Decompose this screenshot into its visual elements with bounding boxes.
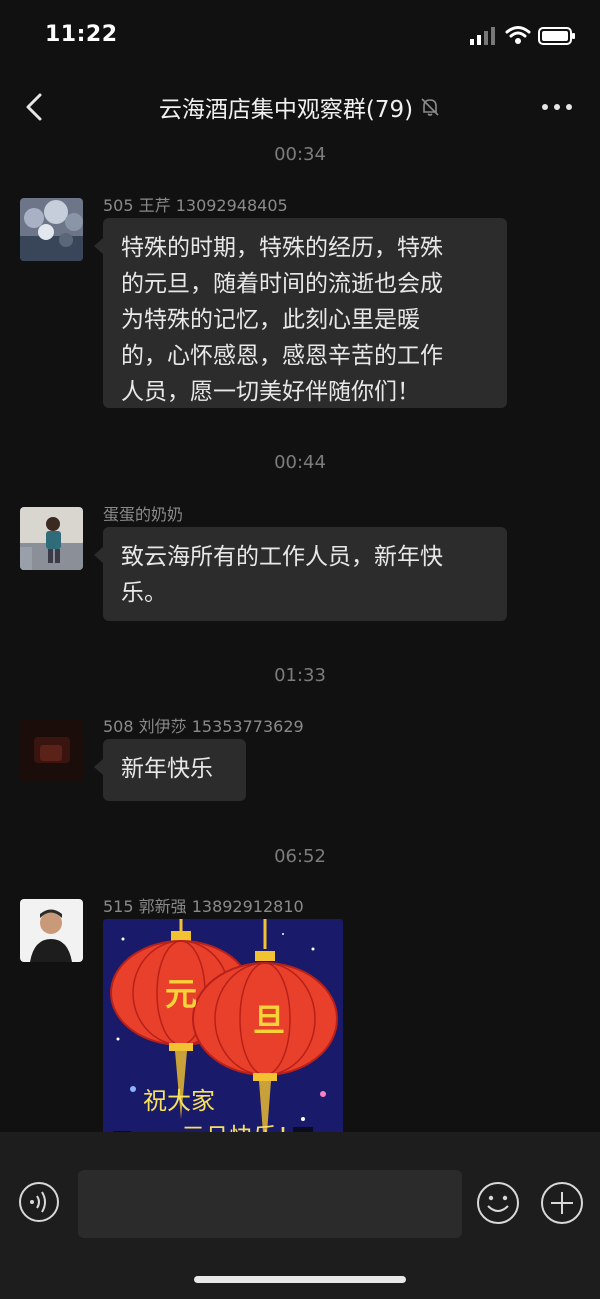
message-bubble[interactable]: 新年快乐 [94,739,246,801]
avatar[interactable] [20,899,83,962]
wifi-icon [505,26,531,44]
timestamp: 00:34 [274,144,326,165]
add-icon[interactable] [540,1181,584,1225]
timestamp: 00:44 [274,452,326,473]
voice-icon[interactable] [18,1181,60,1223]
status-bar: 11:22 [0,0,600,72]
message-line: 特殊的时期，特殊的经历，特殊 [121,235,443,261]
more-icon[interactable] [540,102,574,112]
greeting-line-1: 祝大家 [143,1087,215,1115]
message-line: 为特殊的记忆，此刻心里是暖 [121,307,420,333]
message-bubble[interactable]: 特殊的时期，特殊的经历，特殊 的元旦，随着时间的流逝也会成 为特殊的记忆，此刻心… [94,218,507,408]
chat-title: 云海酒店集中观察群(79) [158,97,414,123]
message-list[interactable]: 00:34 505 王芹 13092948405 特殊的时期，特殊的经历，特殊 … [0,142,600,1132]
chat-title-wrap: 云海酒店集中观察群(79) [0,90,600,124]
message-input[interactable] [78,1170,462,1238]
message-line: 的，心怀感恩，感恩辛苦的工作 [121,343,443,369]
status-time: 11:22 [45,22,118,47]
image-message[interactable]: 元 旦 祝大家 元旦快乐！ [103,919,343,1132]
home-indicator[interactable] [194,1276,406,1283]
message-line: 致云海所有的工作人员，新年快 [121,544,443,570]
message-bubble[interactable]: 致云海所有的工作人员，新年快 乐。 [94,527,507,621]
mute-icon [421,98,439,116]
sender-name: 505 王芹 13092948405 [103,196,288,215]
message-line: 的元旦，随着时间的流逝也会成 [121,271,443,297]
timestamp: 06:52 [274,846,326,867]
avatar[interactable] [20,719,83,782]
avatar[interactable] [20,507,83,570]
sender-name: 蛋蛋的奶奶 [103,505,184,524]
lantern-right-char: 旦 [253,1001,285,1039]
message-line: 乐。 [121,580,167,606]
battery-icon [538,27,575,45]
message-line: 新年快乐 [121,756,213,782]
signal-icon [470,27,495,45]
input-bar [0,1132,600,1299]
timestamp: 01:33 [274,665,326,686]
lantern-left-char: 元 [165,975,197,1013]
message-line: 人员，愿一切美好伴随你们！ [121,379,420,405]
chat-header: 云海酒店集中观察群(79) [0,72,600,142]
sender-name: 515 郭新强 13892912810 [103,897,304,916]
sender-name: 508 刘伊莎 15353773629 [103,717,304,736]
greeting-line-2: 元旦快乐！ [181,1123,301,1132]
avatar[interactable] [20,198,83,261]
emoji-icon[interactable] [476,1181,520,1225]
